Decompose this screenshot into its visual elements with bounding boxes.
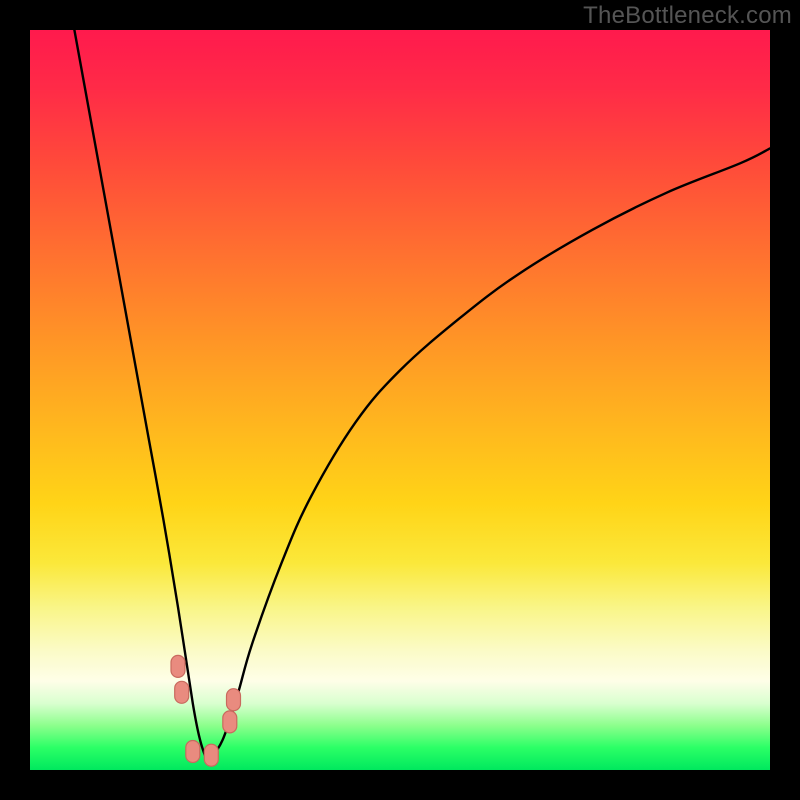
outer-frame: TheBottleneck.com: [0, 0, 800, 800]
data-marker: [171, 655, 185, 677]
chart-svg: [30, 30, 770, 770]
curve-right-branch: [208, 148, 770, 762]
data-marker: [175, 681, 189, 703]
marker-group: [171, 655, 241, 766]
plot-area: [30, 30, 770, 770]
data-marker: [204, 744, 218, 766]
data-marker: [223, 711, 237, 733]
data-marker: [227, 689, 241, 711]
watermark-text: TheBottleneck.com: [583, 2, 792, 30]
curve-left-branch: [74, 30, 207, 763]
data-marker: [186, 741, 200, 763]
